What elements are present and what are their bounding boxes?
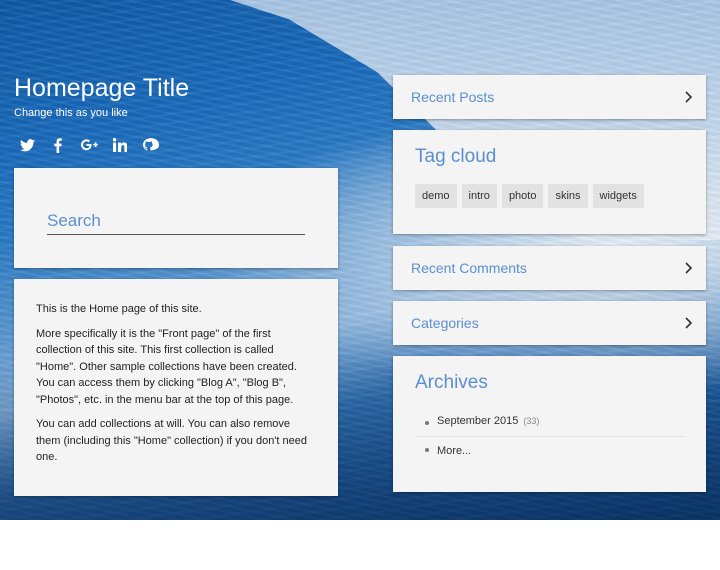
search-widget — [14, 168, 338, 268]
facebook-icon[interactable] — [49, 136, 67, 154]
list-item: September 2015 (33) — [415, 410, 684, 437]
categories-title: Categories — [411, 315, 479, 331]
archives-list: September 2015 (33) More... — [415, 410, 684, 465]
intro-paragraph: This is the Home page of this site. — [36, 303, 202, 315]
intro-paragraph: You can add collections at will. You can… — [36, 418, 307, 463]
chevron-right-icon — [685, 317, 693, 329]
recent-comments-widget[interactable]: Recent Comments — [393, 246, 706, 290]
recent-comments-title: Recent Comments — [411, 260, 527, 276]
archives-title: Archives — [415, 372, 488, 393]
tag-list: demo intro photo skins widgets — [415, 184, 706, 208]
social-links — [18, 136, 160, 154]
linkedin-icon[interactable] — [111, 136, 129, 154]
intro-paragraph: More specifically it is the "Front page"… — [36, 327, 297, 406]
tag-intro[interactable]: intro — [461, 184, 497, 208]
archive-link-september-2015[interactable]: September 2015 — [437, 415, 518, 427]
tag-cloud-widget: Tag cloud demo intro photo skins widgets — [393, 130, 706, 234]
home-intro-card: This is the Home page of this site. More… — [14, 279, 338, 496]
archive-count: (33) — [523, 416, 540, 426]
recent-posts-title: Recent Posts — [411, 89, 495, 105]
tag-cloud-title: Tag cloud — [415, 146, 497, 167]
chevron-right-icon — [685, 262, 693, 274]
tag-photo[interactable]: photo — [501, 184, 544, 208]
archives-widget: Archives September 2015 (33) More... — [393, 356, 706, 492]
google-plus-icon[interactable] — [80, 136, 98, 154]
site-tagline: Change this as you like — [14, 107, 128, 119]
tag-demo[interactable]: demo — [415, 184, 457, 208]
twitter-icon[interactable] — [18, 136, 36, 154]
chevron-right-icon — [685, 91, 693, 103]
tag-skins[interactable]: skins — [548, 184, 588, 208]
github-icon[interactable] — [142, 136, 160, 154]
search-input[interactable] — [47, 208, 305, 235]
list-item: More... — [415, 437, 684, 465]
recent-posts-widget[interactable]: Recent Posts — [393, 75, 706, 119]
categories-widget[interactable]: Categories — [393, 301, 706, 345]
tag-widgets[interactable]: widgets — [592, 184, 644, 208]
site-title[interactable]: Homepage Title — [14, 74, 189, 103]
archive-more-link[interactable]: More... — [437, 445, 471, 457]
